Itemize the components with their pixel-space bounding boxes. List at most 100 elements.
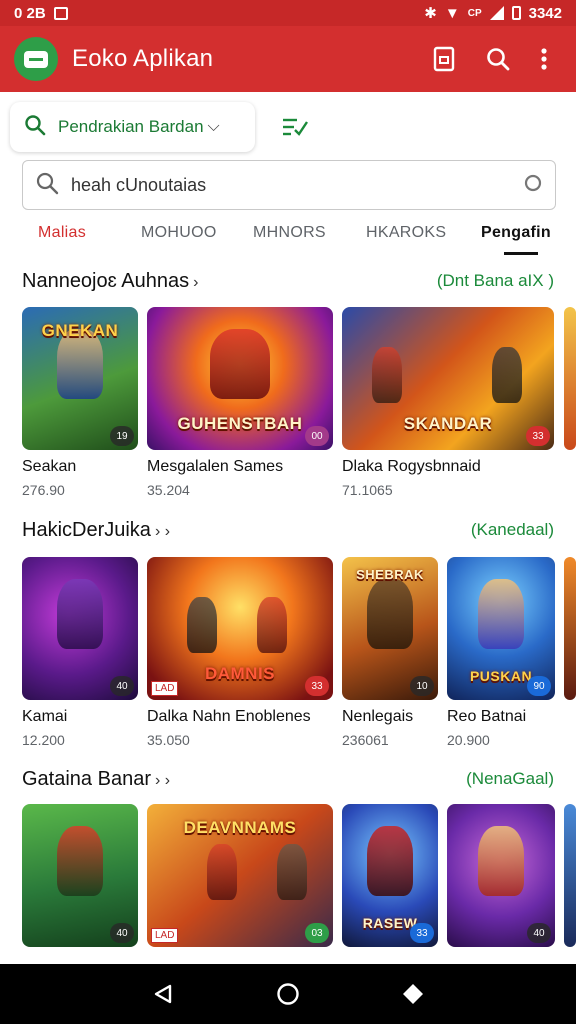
app-card[interactable]: DEAVNNAMS LAD 03 xyxy=(147,804,333,947)
search-icon[interactable] xyxy=(480,41,516,77)
rating-badge: 33 xyxy=(410,923,434,943)
filter-label: Pendrakian Bardan xyxy=(58,117,204,136)
app-name: Dlaka Rogysbnnaid xyxy=(342,458,481,475)
notification-icon xyxy=(53,6,68,20)
section-title: Gataina Banar xyxy=(22,767,151,790)
active-tab-indicator xyxy=(504,252,538,255)
tab-mohuoo[interactable]: MOHUOO xyxy=(141,224,217,242)
filter-row: Pendrakian Bardan ⌵ xyxy=(10,102,566,152)
status-left: 0 2B xyxy=(14,5,68,22)
app-bar: Eoko Aplikan xyxy=(0,26,576,92)
download-count: 71.1065 xyxy=(342,482,393,498)
search-box[interactable] xyxy=(22,160,556,210)
app-card[interactable]: SHEBRAK 10 Nenlegais 236061 xyxy=(342,557,438,748)
tab-hkaroks[interactable]: HKAROKS xyxy=(366,224,446,242)
tab-pengafin[interactable]: Pengafin xyxy=(481,224,551,242)
app-card[interactable]: 40 xyxy=(22,804,138,947)
bluetooth-icon: ✱ xyxy=(424,5,437,22)
app-card-partial[interactable] xyxy=(564,307,576,450)
bookmark-icon[interactable] xyxy=(426,41,462,77)
app-name: Reo Batnai xyxy=(447,708,527,725)
app-thumbnail xyxy=(564,557,576,700)
system-nav-bar xyxy=(0,964,576,1024)
app-thumbnail: GUHENSTBAH 00 xyxy=(147,307,333,450)
app-thumbnail: SKANDAR 33 xyxy=(342,307,554,450)
app-card[interactable]: 40 xyxy=(447,804,555,947)
download-count: 35.204 xyxy=(147,482,190,498)
search-input[interactable] xyxy=(71,174,523,196)
app-thumbnail: PUSKAN 90 xyxy=(447,557,555,700)
status-right: ✱ ▼ CP 3342 xyxy=(424,4,562,23)
download-count: 236061 xyxy=(342,732,389,748)
rating-badge: 40 xyxy=(527,923,551,943)
chevron-right-icon: › › xyxy=(154,522,171,540)
app-thumbnail xyxy=(564,804,576,947)
status-bar: 0 2B ✱ ▼ CP 3342 xyxy=(0,0,576,26)
download-count: 20.900 xyxy=(447,732,490,748)
app-card[interactable]: GUHENSTBAH 00 Mesgalalen Sames 35.204 xyxy=(147,307,333,498)
home-icon[interactable] xyxy=(268,974,308,1014)
app-thumbnail xyxy=(564,307,576,450)
status-time-left: 0 2B xyxy=(14,4,46,22)
see-more-link[interactable]: (NenaGaal) xyxy=(466,769,554,789)
download-count: 276.90 xyxy=(22,482,65,498)
app-card[interactable]: PUSKAN 90 Reo Batnai 20.900 xyxy=(447,557,555,748)
app-name: Mesgalalen Sames xyxy=(147,458,284,475)
rating-badge: 40 xyxy=(110,923,134,943)
app-name: Seakan xyxy=(22,458,77,475)
section-header[interactable]: HakicDerJuika › › (Kanedaal) xyxy=(22,515,554,545)
art-title: DEAVNNAMS xyxy=(183,818,297,837)
chevron-down-icon: ⌵ xyxy=(207,118,220,135)
back-icon[interactable] xyxy=(143,974,183,1014)
category-tabs: Malias MOHUOO MHNORS HKAROKS Pengafin xyxy=(0,214,576,256)
app-logo-icon[interactable] xyxy=(14,37,58,81)
tab-mhnors[interactable]: MHNORS xyxy=(253,224,326,242)
download-count: 12.200 xyxy=(22,732,65,748)
art-title: GNEKAN xyxy=(41,321,119,340)
more-vert-icon[interactable] xyxy=(526,41,562,77)
search-icon xyxy=(24,114,46,141)
recents-icon[interactable] xyxy=(393,974,433,1014)
app-thumbnail: SHEBRAK 10 xyxy=(342,557,438,700)
chevron-right-icon: › › xyxy=(154,771,171,789)
app-title: Eoko Aplikan xyxy=(72,45,214,72)
age-tag: LAD xyxy=(151,681,179,696)
rating-badge: 03 xyxy=(305,923,329,943)
app-card-partial[interactable] xyxy=(564,557,576,700)
art-title: SKANDAR xyxy=(403,414,493,433)
signal-icon xyxy=(489,6,504,20)
app-thumbnail: 40 xyxy=(22,557,138,700)
chevron-right-icon: › xyxy=(193,273,199,291)
app-thumbnail: RASEW 33 xyxy=(342,804,438,947)
search-icon xyxy=(35,171,59,200)
voice-icon[interactable] xyxy=(523,173,543,198)
card-row: 40 Kamai 12.200 DAMNIS LAD 33 Dalka Nahn… xyxy=(0,557,576,757)
rating-badge: 19 xyxy=(110,426,134,446)
rating-badge: 33 xyxy=(305,676,329,696)
app-thumbnail: DAMNIS LAD 33 xyxy=(147,557,333,700)
app-thumbnail: 40 xyxy=(447,804,555,947)
section-header[interactable]: Gataina Banar › › (NenaGaal) xyxy=(22,764,554,794)
category-filter-dropdown[interactable]: Pendrakian Bardan ⌵ xyxy=(10,102,255,152)
app-thumbnail: DEAVNNAMS LAD 03 xyxy=(147,804,333,947)
rating-badge: 40 xyxy=(110,676,134,696)
see-more-link[interactable]: (Kanedaal) xyxy=(471,520,554,540)
app-card[interactable]: SKANDAR 33 Dlaka Rogysbnnaid 71.1065 xyxy=(342,307,554,498)
see-more-link[interactable]: (Dnt Bana aIX ) xyxy=(437,271,554,291)
app-card[interactable]: RASEW 33 xyxy=(342,804,438,947)
app-card[interactable]: GNEKAN 19 Seakan 276.90 xyxy=(22,307,138,498)
wifi-icon: ▼ xyxy=(444,4,460,22)
section-header[interactable]: Nanneojoɛ Auhnas › (Dnt Bana aIX ) xyxy=(22,266,554,296)
signal-label: CP xyxy=(467,7,482,19)
status-time-right: 3342 xyxy=(528,4,562,22)
section-title-wrap: Gataina Banar › › xyxy=(22,768,170,791)
app-card-partial[interactable] xyxy=(564,804,576,947)
sort-check-icon[interactable] xyxy=(279,111,311,143)
section-title-wrap: HakicDerJuika › › xyxy=(22,519,170,542)
tab-malias[interactable]: Malias xyxy=(38,224,86,242)
section-title-wrap: Nanneojoɛ Auhnas › xyxy=(22,270,198,293)
card-row: GNEKAN 19 Seakan 276.90 GUHENSTBAH 00 Me… xyxy=(0,307,576,507)
battery-icon xyxy=(511,6,521,20)
app-card[interactable]: 40 Kamai 12.200 xyxy=(22,557,138,748)
app-card[interactable]: DAMNIS LAD 33 Dalka Nahn Enoblenes 35.05… xyxy=(147,557,333,748)
